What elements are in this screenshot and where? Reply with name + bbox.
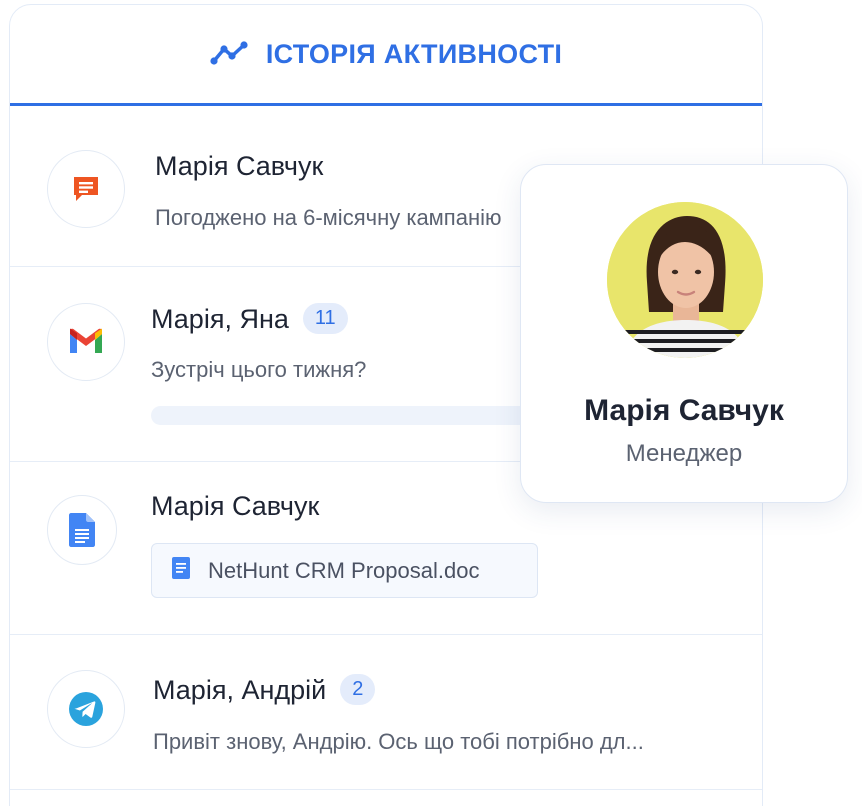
message-count-badge: 2: [340, 674, 376, 706]
activity-author: Марія, Андрій 2: [153, 674, 376, 707]
profile-card[interactable]: Марія Савчук Менеджер: [520, 164, 848, 503]
panel-header: ІСТОРІЯ АКТИВНОСТІ: [10, 5, 762, 106]
comment-icon: [47, 150, 125, 228]
activity-author: Марія Савчук: [155, 151, 324, 181]
attachment-name: NetHunt CRM Proposal.doc: [208, 557, 480, 583]
activity-trend-icon: [210, 41, 248, 67]
document-icon: [172, 557, 190, 584]
activity-item[interactable]: Марія, Андрій 2 Привіт знову, Андрію. Ось…: [10, 635, 762, 790]
profile-name: Марія Савчук: [584, 394, 784, 427]
activity-text: Привіт знову, Андрію. Ось що тобі потріб…: [153, 729, 644, 754]
message-count-badge: 11: [302, 303, 348, 335]
telegram-icon: [47, 670, 125, 748]
google-docs-icon: [47, 495, 117, 565]
activity-text: Зустріч цього тижня?: [151, 357, 367, 382]
activity-author-name: Марія, Андрій: [153, 675, 327, 705]
activity-text: Погоджено на 6-місячну кампанію: [155, 205, 502, 230]
attachment-chip[interactable]: NetHunt CRM Proposal.doc: [151, 543, 538, 598]
activity-author: Марія Савчук: [151, 491, 320, 521]
activity-author: Марія, Яна 11: [151, 303, 348, 336]
activity-widget: ІСТОРІЯ АКТИВНОСТІ Марія Савчук Погоджен…: [0, 0, 862, 806]
panel-title: ІСТОРІЯ АКТИВНОСТІ: [265, 38, 563, 69]
avatar: [607, 202, 763, 358]
activity-author-name: Марія, Яна: [151, 304, 289, 334]
gmail-icon: [47, 303, 125, 381]
profile-role: Менеджер: [625, 440, 743, 467]
